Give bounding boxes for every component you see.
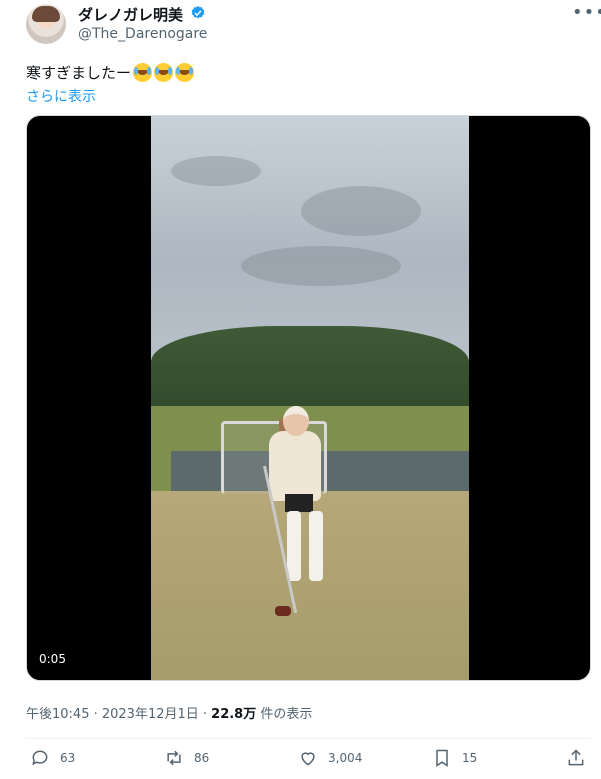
bookmark-count: 15 (462, 751, 478, 765)
divider (26, 738, 591, 739)
reply-count: 63 (60, 751, 76, 765)
tweet-datetime[interactable]: 午後10:45 · 2023年12月1日 · (26, 707, 211, 722)
verified-badge-icon (191, 6, 205, 19)
views-count: 22.8万 (211, 707, 257, 722)
display-name[interactable]: ダレノガレ明美 (78, 4, 183, 25)
video-time: 0:05 (39, 652, 66, 666)
share-icon (568, 749, 584, 766)
video-player[interactable]: 0:05 (26, 115, 591, 681)
tears-of-joy-emoji-icon (175, 63, 195, 82)
reply-icon (32, 750, 48, 766)
like-count: 3,004 (328, 751, 363, 765)
tears-of-joy-emoji-icon (154, 63, 174, 82)
like-icon (301, 752, 315, 766)
tweet-text: 寒すぎましたー (26, 62, 195, 83)
video-frame (151, 116, 469, 680)
tweet-body: 寒すぎましたー (26, 64, 132, 82)
avatar[interactable] (26, 4, 66, 44)
views-label: 件の表示 (256, 707, 313, 722)
action-bar: 63 86 3,004 15 (26, 748, 591, 774)
like-button[interactable]: 3,004 (298, 748, 362, 768)
retweet-icon (167, 750, 181, 766)
retweet-button[interactable]: 86 (164, 748, 209, 768)
more-icon[interactable]: ••• (572, 2, 601, 23)
bookmark-button[interactable]: 15 (432, 748, 477, 768)
reply-button[interactable]: 63 (30, 748, 75, 768)
tweet-meta: 午後10:45 · 2023年12月1日 · 22.8万 件の表示 (26, 703, 312, 722)
show-more-link[interactable]: さらに表示 (26, 86, 96, 106)
user-handle[interactable]: @The_Darenogare (78, 26, 207, 42)
tears-of-joy-emoji-icon (133, 63, 153, 82)
retweet-count: 86 (194, 751, 210, 765)
bookmark-icon (436, 749, 448, 767)
share-button[interactable] (566, 748, 596, 768)
